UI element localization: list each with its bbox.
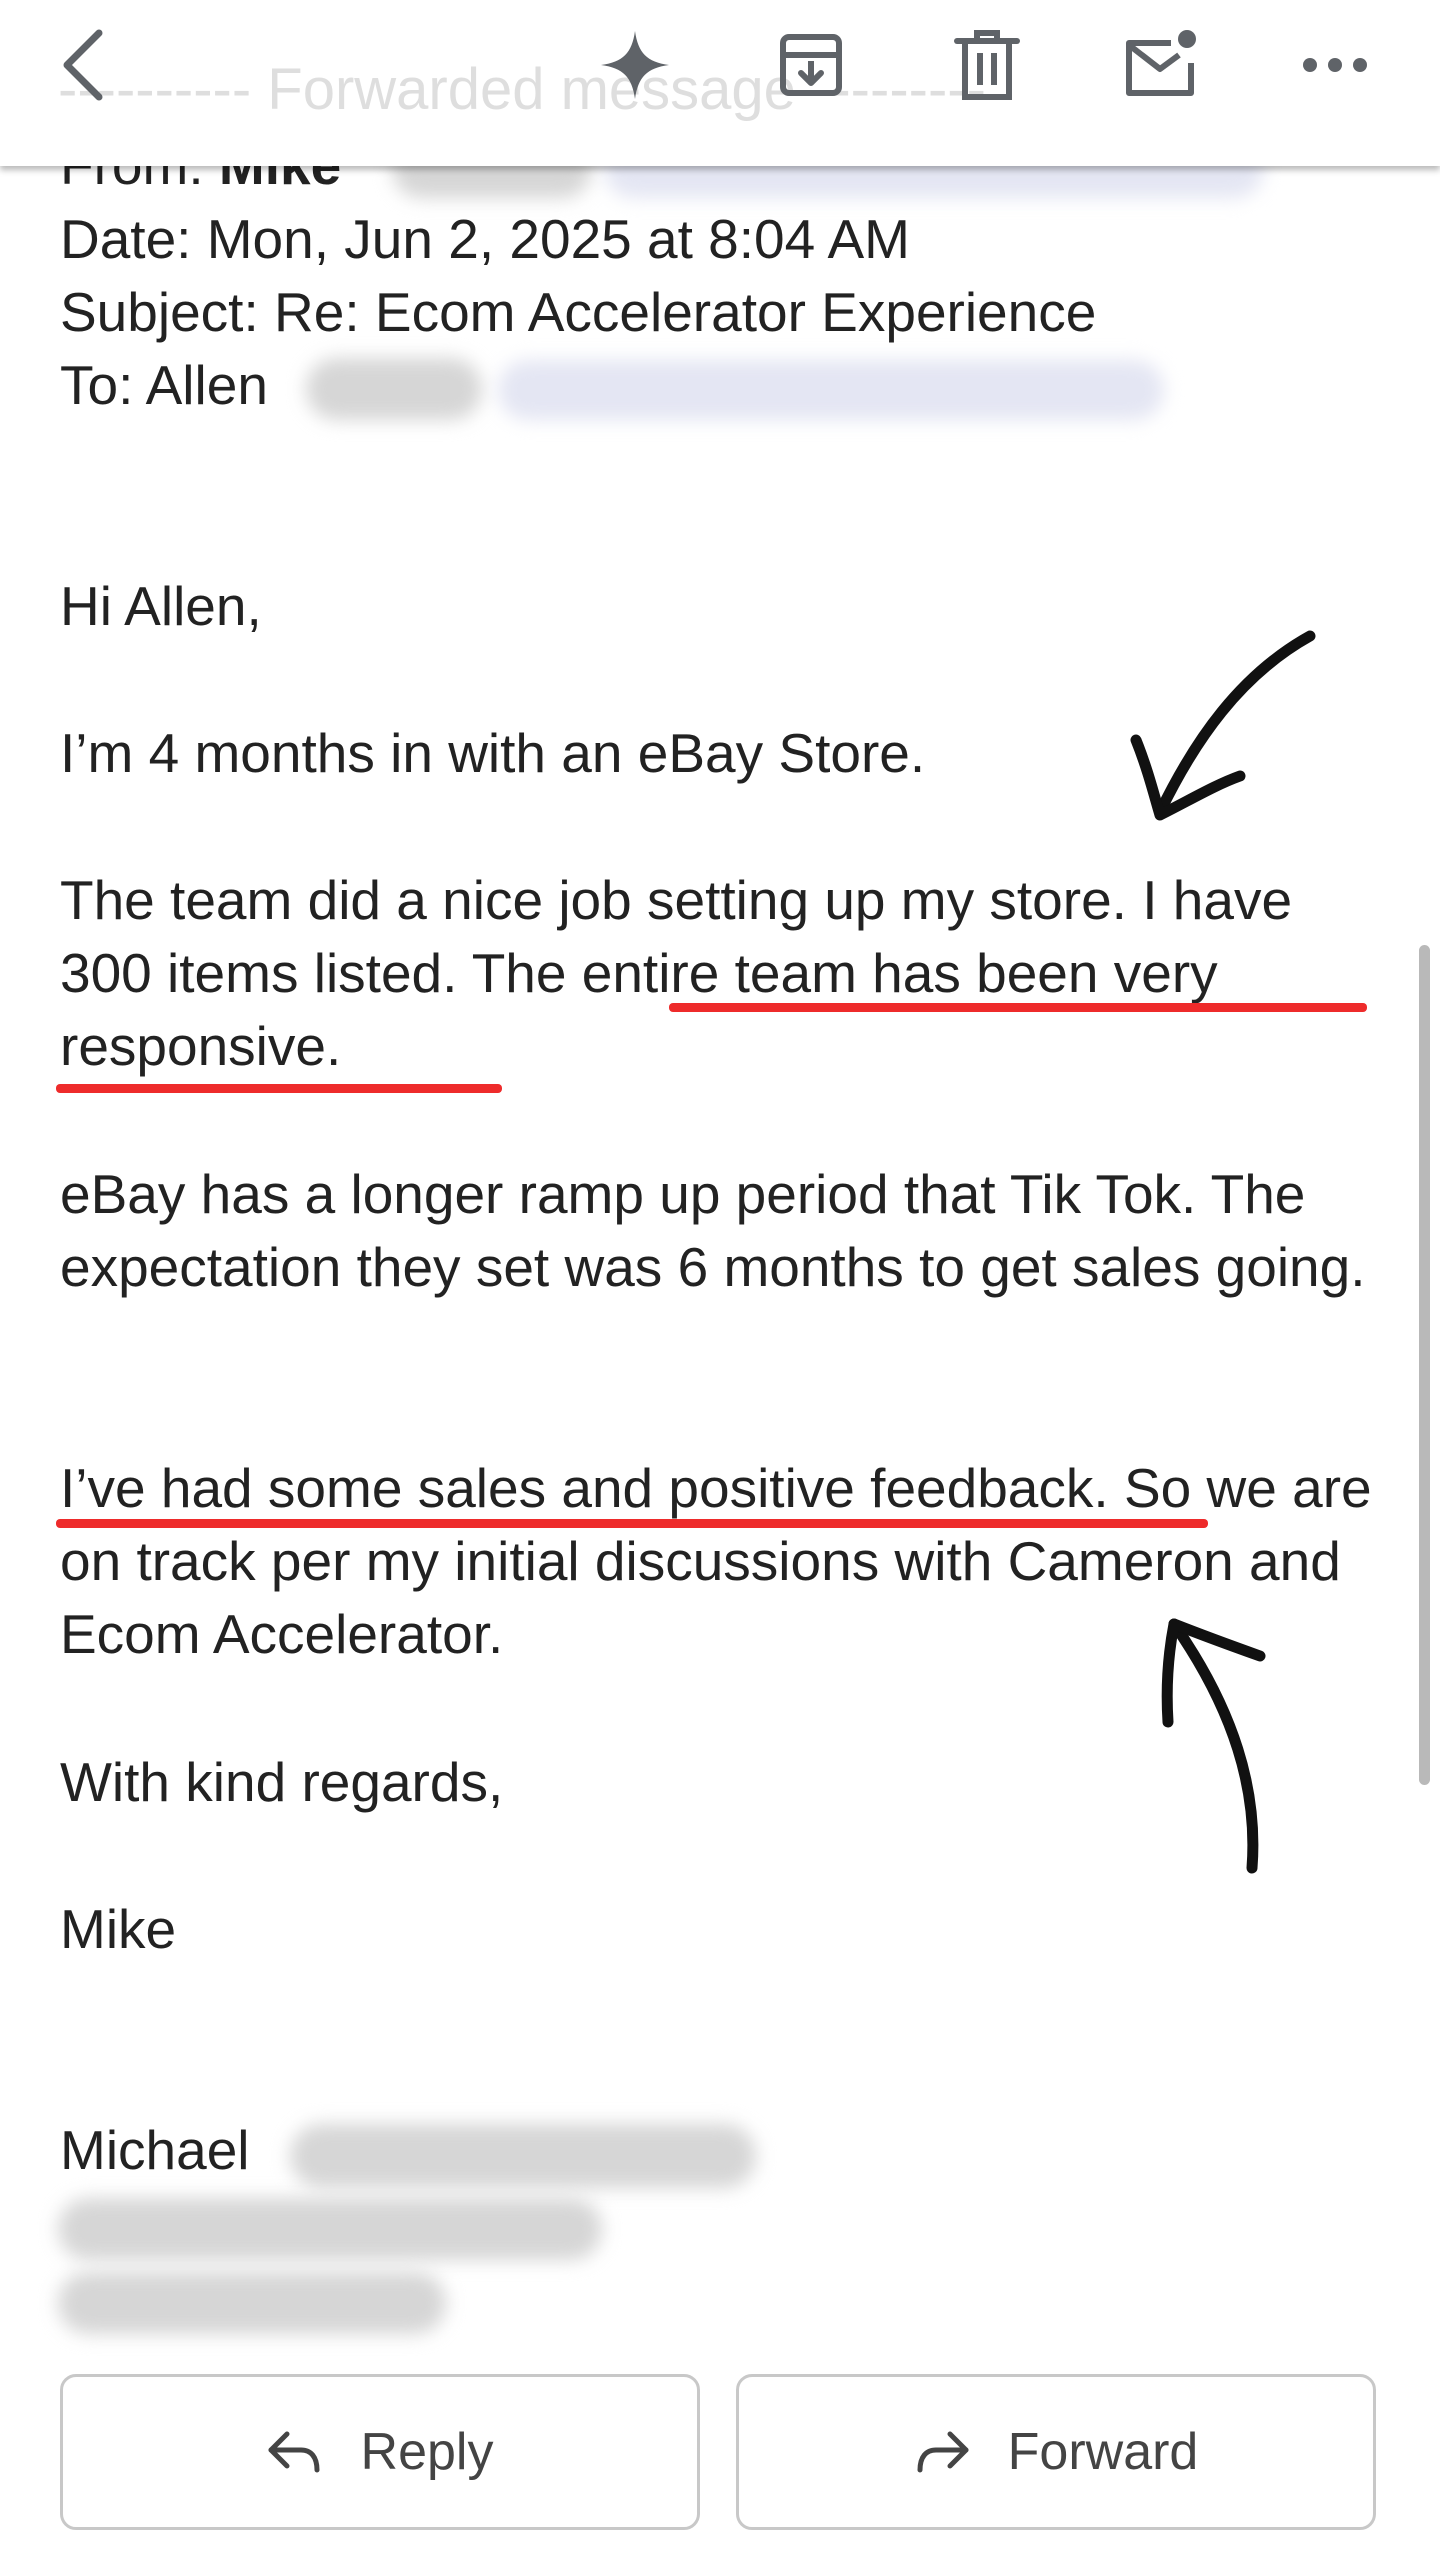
- delete-button[interactable]: [932, 0, 1042, 130]
- red-underline-2: [56, 1519, 1208, 1528]
- paragraph-ramp-up: eBay has a longer ramp up period that Ti…: [60, 1163, 1366, 1298]
- highlighted-feedback-text: I’ve had some sales and positive feedbac…: [60, 1457, 1094, 1519]
- forward-icon: [917, 2431, 969, 2473]
- more-options-button[interactable]: [1280, 0, 1390, 130]
- redacted-signature-surname: [290, 2124, 756, 2188]
- redacted-signature-line-2: [58, 2198, 602, 2260]
- red-underline-1b: [56, 1084, 502, 1093]
- forward-button[interactable]: Forward: [736, 2374, 1376, 2530]
- red-underline-1a: [669, 1003, 1367, 1012]
- paragraph-team: The team did a nice job setting up my st…: [60, 864, 1380, 1083]
- archive-button[interactable]: [756, 0, 866, 130]
- annotation-arrow-bottom-icon: [1161, 1618, 1266, 1874]
- date-line: Date: Mon, Jun 2, 2025 at 8:04 AM: [60, 208, 910, 270]
- signoff: Mike: [60, 1898, 177, 1960]
- redacted-to-email: [498, 360, 1164, 420]
- reply-button[interactable]: Reply: [60, 2374, 700, 2530]
- archive-icon: [780, 34, 842, 96]
- more-icon: [1303, 58, 1367, 72]
- scrollbar[interactable]: [1419, 945, 1430, 1785]
- reply-label: Reply: [360, 2423, 494, 2481]
- subject-line: Subject: Re: Ecom Accelerator Experience: [60, 281, 1097, 343]
- back-button[interactable]: [30, 0, 140, 130]
- back-icon: [63, 29, 103, 101]
- trash-icon: [954, 30, 1020, 100]
- sparkle-icon: [601, 31, 669, 99]
- forward-label: Forward: [1007, 2423, 1199, 2481]
- redacted-signature-line-3: [58, 2272, 446, 2334]
- top-toolbar: ---------- Forwarded message ---------: [0, 0, 1440, 166]
- annotation-arrow-top-icon: [1130, 630, 1316, 821]
- mark-unread-button[interactable]: [1106, 0, 1216, 130]
- gemini-button[interactable]: [580, 0, 690, 130]
- mark-unread-icon: [1126, 30, 1196, 96]
- reply-icon: [268, 2431, 320, 2473]
- to-line: To: Allen: [60, 354, 268, 416]
- redacted-to-surname: [306, 358, 482, 420]
